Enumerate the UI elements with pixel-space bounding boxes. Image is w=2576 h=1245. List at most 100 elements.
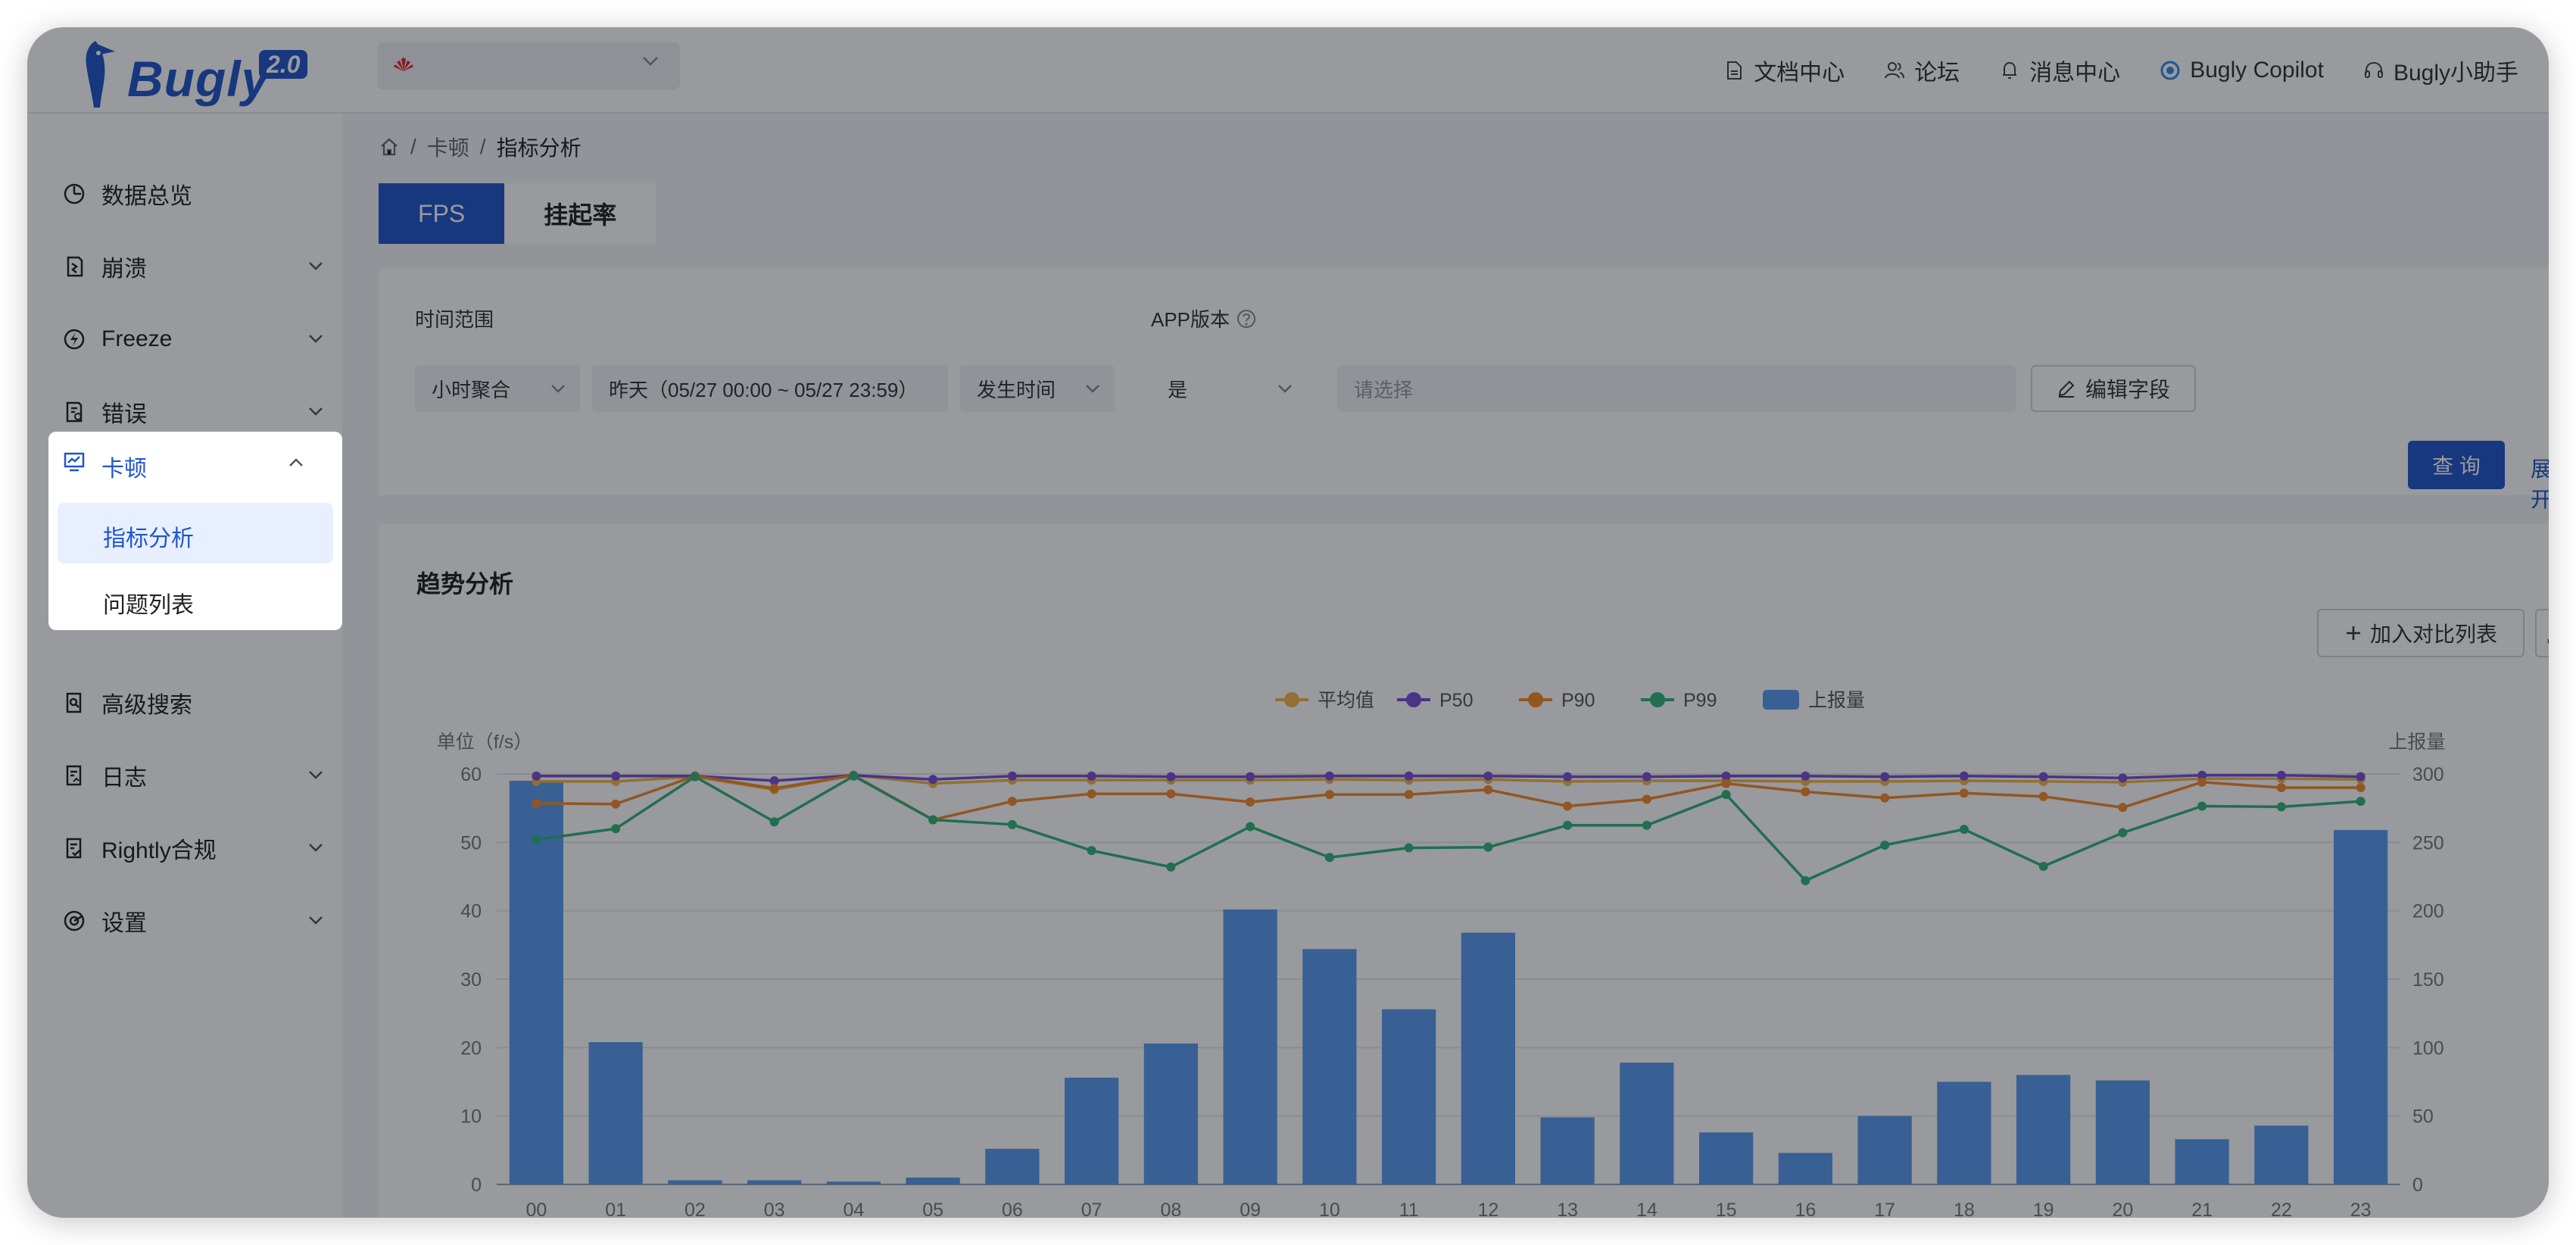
series-point — [2356, 772, 2365, 782]
bar-report-count — [1620, 1062, 1674, 1184]
nav-copilot[interactable]: Bugly Copilot — [2160, 58, 2324, 83]
series-point — [2356, 783, 2365, 793]
series-point — [532, 835, 541, 844]
y-tick-label-left: 50 — [460, 832, 482, 853]
version-operator-select[interactable]: 是 — [1151, 365, 1307, 412]
series-point — [2197, 777, 2207, 787]
sidebar-item-settings[interactable]: 设置 — [50, 889, 342, 953]
users-icon — [1885, 62, 1905, 79]
copilot-icon — [2160, 61, 2180, 80]
bugly-logo[interactable]: Bugly 2.0 — [74, 36, 324, 112]
tab-fps[interactable]: FPS — [379, 183, 505, 244]
sidebar-item-log[interactable]: 日志 — [50, 744, 342, 807]
sidebar-item-rightly[interactable]: Rightly合规 — [50, 816, 342, 880]
nav-docs[interactable]: 文档中心 — [1723, 54, 1845, 87]
sidebar-item-label: 崩溃 — [101, 257, 147, 282]
sidebar-item-label: 数据总览 — [101, 184, 192, 209]
top-bar: Bugly 2.0 文档中心 论坛 消息中心 Bugly Copilot Bug… — [27, 27, 2549, 114]
y-tick-label-right: 100 — [2412, 1038, 2444, 1059]
bar-report-count — [1382, 1009, 1436, 1184]
x-tick-label: 11 — [1399, 1200, 1419, 1218]
bar-report-count — [985, 1149, 1040, 1184]
expand-link[interactable]: 展开 — [2531, 453, 2549, 513]
breadcrumb-sep: / — [479, 135, 486, 158]
sidebar-item-label: 指标分析 — [103, 526, 194, 551]
nav-forum[interactable]: 论坛 — [1884, 54, 1960, 87]
bar-report-count — [1223, 909, 1277, 1184]
y-tick-label-right: 300 — [2412, 764, 2444, 785]
sidebar-item-advanced-search[interactable]: 高级搜索 — [50, 671, 342, 735]
series-point — [1959, 788, 1969, 798]
bar-report-count — [588, 1042, 643, 1184]
series-point — [1959, 825, 1969, 835]
series-point — [1721, 779, 1731, 788]
time-type-select[interactable]: 发生时间 — [960, 365, 1115, 412]
x-tick-label: 18 — [1954, 1200, 1975, 1218]
series-point — [611, 799, 621, 809]
legend-label: 平均值 — [1318, 690, 1374, 711]
series-point — [1404, 843, 1414, 853]
series-point — [1007, 819, 1017, 829]
time-range-label: 时间范围 — [415, 308, 494, 331]
series-point — [2276, 770, 2286, 780]
series-point — [2276, 783, 2286, 793]
document-icon — [1727, 61, 1742, 80]
sidebar-subitem-issues[interactable]: 问题列表 — [48, 568, 342, 632]
edit-fields-button[interactable]: 编辑字段 — [2031, 365, 2196, 412]
sidebar-item-overview[interactable]: 数据总览 — [50, 162, 342, 226]
headset-icon — [2364, 61, 2383, 78]
query-button[interactable]: 查 询 — [2408, 441, 2505, 489]
app-version-label: APP版本 — [1151, 308, 1230, 331]
nav-messages[interactable]: 消息中心 — [1999, 54, 2120, 87]
version-operator-value: 是 — [1168, 378, 1188, 401]
sidebar: 数据总览 崩溃 Freeze 错误 高级搜索 日志 Rightly合规 设置 — [27, 114, 342, 1218]
chevron-down-icon — [551, 385, 565, 393]
bar-report-count — [1937, 1081, 1991, 1184]
nav-assistant[interactable]: Bugly小助手 — [2363, 54, 2518, 87]
y-tick-label-right: 150 — [2412, 969, 2444, 991]
chevron-down-icon — [309, 335, 323, 343]
version-select[interactable]: 请选择 — [1337, 365, 2016, 412]
sidebar-item-label: 高级搜索 — [101, 693, 192, 718]
chevron-down-icon — [309, 407, 323, 416]
aggregation-select[interactable]: 小时聚合 — [415, 365, 580, 412]
crash-icon — [67, 256, 83, 277]
sidebar-item-label: 日志 — [101, 766, 147, 791]
nav-assistant-label: Bugly小助手 — [2393, 61, 2518, 86]
sidebar-item-label: 问题列表 — [103, 593, 194, 618]
home-icon[interactable] — [379, 136, 400, 158]
legend-label: P90 — [1561, 690, 1595, 711]
date-range-picker[interactable]: 昨天（05/27 00:00 ~ 05/27 23:59） — [592, 365, 948, 412]
lightning-icon — [64, 329, 85, 350]
series-point — [532, 798, 541, 808]
sidebar-subitem-metrics[interactable]: 指标分析 — [58, 503, 333, 563]
bar-report-count — [1302, 949, 1357, 1184]
x-tick-label: 04 — [843, 1200, 864, 1218]
series-point — [1166, 789, 1176, 799]
series-point — [1880, 772, 1890, 782]
y-tick-label-left: 20 — [460, 1038, 482, 1059]
y-tick-label-left: 30 — [460, 969, 482, 991]
legend-marker — [1284, 692, 1299, 707]
tab-hang-rate[interactable]: 挂起率 — [504, 183, 656, 244]
filter-panel: 时间范围 小时聚合 昨天（05/27 00:00 ~ 05/27 23:59） … — [379, 268, 2549, 511]
series-point — [1324, 853, 1334, 863]
series-point — [1166, 862, 1176, 872]
x-tick-label: 05 — [922, 1200, 943, 1218]
sidebar-item-crash[interactable]: 崩溃 — [50, 235, 342, 298]
help-icon[interactable] — [1236, 308, 1257, 329]
sidebar-item-jank[interactable]: 卡顿 — [48, 432, 342, 495]
series-point — [1880, 793, 1890, 803]
bar-report-count — [1540, 1117, 1595, 1184]
pencil-icon — [2058, 380, 2075, 398]
x-tick-label: 14 — [1636, 1200, 1658, 1218]
y-tick-label-right: 250 — [2412, 832, 2444, 853]
app-selector[interactable] — [377, 42, 680, 89]
series-point — [2197, 801, 2207, 811]
brand-name: Bugly — [127, 51, 270, 107]
y-axis-unit-left: 单位（f/s） — [437, 732, 532, 753]
series-point — [2038, 861, 2048, 871]
sidebar-item-freeze[interactable]: Freeze — [50, 307, 342, 371]
breadcrumb-item-jank[interactable]: 卡顿 — [427, 132, 469, 162]
app-window: Bugly 2.0 文档中心 论坛 消息中心 Bugly Copilot Bug… — [27, 27, 2549, 1218]
